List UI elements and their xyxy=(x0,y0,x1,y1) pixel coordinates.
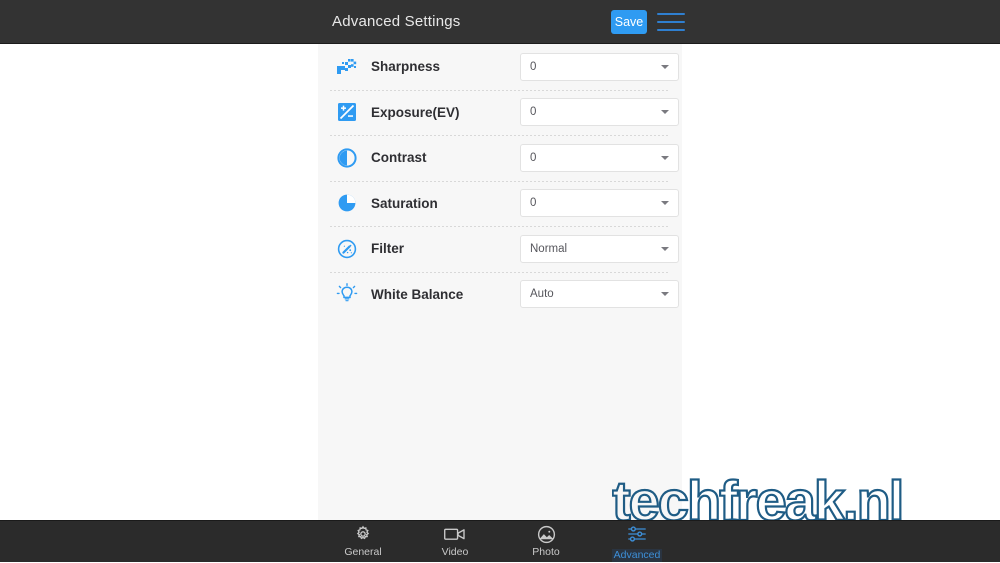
nav-item-photo[interactable]: Photo xyxy=(500,523,592,563)
setting-control[interactable]: 0 xyxy=(520,189,679,218)
photo-icon xyxy=(500,523,592,545)
page-title: Advanced Settings xyxy=(332,13,461,30)
top-bar: Advanced Settings Save xyxy=(0,0,1000,44)
chevron-down-icon xyxy=(661,155,669,160)
setting-label: Sharpness xyxy=(371,59,441,75)
dropdown-value: Normal xyxy=(530,242,568,255)
setting-control[interactable]: 0 xyxy=(520,143,679,172)
exposure-dropdown[interactable]: 0 xyxy=(520,98,679,127)
nav-item-advanced[interactable]: Advanced xyxy=(591,523,683,563)
white-balance-icon xyxy=(332,279,362,309)
bottom-navigation: General Video Photo Advanced xyxy=(0,520,1000,562)
contrast-icon xyxy=(332,143,362,173)
saturation-icon xyxy=(332,188,362,218)
setting-label: Exposure(EV) xyxy=(371,104,460,120)
dropdown-value: Auto xyxy=(530,288,554,301)
nav-label: Advanced xyxy=(611,549,663,562)
hamburger-line xyxy=(657,13,685,15)
hamburger-line xyxy=(657,21,685,23)
setting-label: White Balance xyxy=(371,286,464,302)
sharpness-dropdown[interactable]: 0 xyxy=(520,52,679,81)
nav-item-general[interactable]: General xyxy=(317,523,409,563)
sharpness-icon xyxy=(332,52,362,82)
setting-row-filter[interactable]: Filter Normal xyxy=(330,226,679,272)
setting-control[interactable]: Normal xyxy=(520,234,679,263)
dropdown-value: 0 xyxy=(530,197,537,210)
setting-row-white-balance[interactable]: White Balance Auto xyxy=(330,271,679,318)
nav-label: General xyxy=(344,546,382,558)
hamburger-line xyxy=(657,29,685,31)
hamburger-menu-icon[interactable] xyxy=(657,13,685,31)
chevron-down-icon xyxy=(661,110,669,115)
dropdown-value: 0 xyxy=(530,151,537,164)
setting-row-sharpness[interactable]: Sharpness 0 xyxy=(330,44,679,90)
setting-label: Saturation xyxy=(371,195,438,211)
filter-wand-icon xyxy=(332,234,362,264)
nav-item-video[interactable]: Video xyxy=(409,523,501,563)
filter-dropdown[interactable]: Normal xyxy=(520,234,679,263)
setting-control[interactable]: 0 xyxy=(520,52,679,81)
camcorder-icon xyxy=(409,523,501,545)
setting-row-saturation[interactable]: Saturation 0 xyxy=(330,180,679,227)
exposure-icon xyxy=(332,97,362,127)
contrast-dropdown[interactable]: 0 xyxy=(520,143,679,172)
save-button[interactable]: Save xyxy=(611,10,647,34)
setting-label: Contrast xyxy=(371,150,427,166)
gear-icon xyxy=(317,523,409,545)
dropdown-value: 0 xyxy=(530,60,537,73)
sliders-icon xyxy=(591,523,683,545)
setting-control[interactable]: Auto xyxy=(520,280,679,309)
dropdown-value: 0 xyxy=(530,106,537,119)
chevron-down-icon xyxy=(661,246,669,251)
saturation-dropdown[interactable]: 0 xyxy=(520,189,679,218)
chevron-down-icon xyxy=(661,64,669,69)
chevron-down-icon xyxy=(661,292,669,297)
setting-row-exposure[interactable]: Exposure(EV) 0 xyxy=(330,89,679,136)
white-balance-dropdown[interactable]: Auto xyxy=(520,280,679,309)
nav-label: Video xyxy=(441,546,469,558)
setting-label: Filter xyxy=(371,241,405,257)
content-stage: Sharpness 0 Exposure(EV) 0 Contrast 0 Sa… xyxy=(0,44,1000,520)
chevron-down-icon xyxy=(661,201,669,206)
settings-panel: Sharpness 0 Exposure(EV) 0 Contrast 0 Sa… xyxy=(318,44,682,520)
nav-label: Photo xyxy=(532,546,560,558)
setting-row-contrast[interactable]: Contrast 0 xyxy=(330,135,679,181)
setting-control[interactable]: 0 xyxy=(520,98,679,127)
